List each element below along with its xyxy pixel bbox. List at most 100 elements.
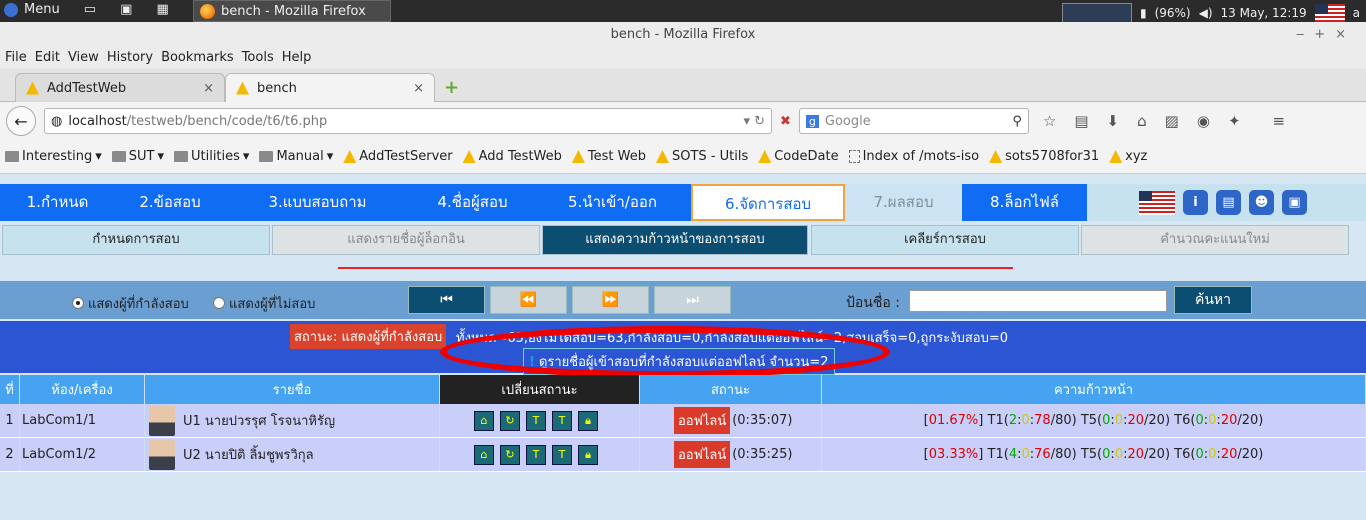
bookmark-addtestweb[interactable]: Add TestWeb [462, 149, 562, 164]
nav-log-file[interactable]: 8.ล็อกไฟล์ [962, 184, 1087, 221]
row-actions: ⌂ ↻ T T 🔒︎ [440, 438, 640, 471]
nav-import-export[interactable]: 5.นำเข้า/ออก [535, 184, 690, 221]
menu-tools[interactable]: Tools [242, 47, 274, 69]
downloads-icon[interactable]: ⬇ [1107, 112, 1120, 130]
user-indicator[interactable]: a [1353, 6, 1360, 20]
next-page-button[interactable]: ⏩ [572, 286, 649, 314]
t-add-icon[interactable]: T [526, 444, 546, 465]
radio-offline[interactable]: แสดงผู้ที่ไม่สอบ [213, 293, 315, 314]
bookmark-sots5708for31[interactable]: sots5708for31 [989, 149, 1099, 164]
radio-online[interactable]: แสดงผู้ที่กำลังสอบ [72, 293, 189, 314]
first-page-button[interactable]: ⏮ [408, 286, 485, 314]
nav-examinees[interactable]: 4.ชื่อผู้สอบ [410, 184, 535, 221]
bookmark-xyz[interactable]: xyz [1109, 149, 1147, 164]
tab-addtestweb[interactable]: AddTestWeb × [15, 73, 225, 102]
bookmark-folder-sut[interactable]: SUT ▾ [111, 149, 164, 164]
reading-list-icon[interactable]: ▤ [1074, 112, 1088, 130]
hamburger-menu-icon[interactable]: ≡ [1273, 112, 1286, 130]
briefcase-icon[interactable]: ▣ [1282, 190, 1307, 215]
rewind-icon: ⏪ [519, 292, 538, 308]
workspace-switcher[interactable] [1061, 3, 1132, 23]
subnav-schedule[interactable]: กำหนดการสอบ [2, 225, 270, 255]
last-page-button[interactable]: ⏭ [654, 286, 731, 314]
battery-icon[interactable]: ▮ [1140, 6, 1147, 20]
clock[interactable]: 13 May, 12:19 [1221, 6, 1307, 20]
site-icon [26, 81, 39, 95]
name-label: ป้อนชื่อ : [846, 295, 900, 311]
new-tab-icon[interactable]: + [444, 77, 459, 98]
nav-results[interactable]: 7.ผลสอบ [845, 184, 962, 221]
extension-icon[interactable]: ◉ [1197, 112, 1210, 130]
nav-manage-exam[interactable]: 6.จัดการสอบ [691, 184, 845, 221]
nav-questions[interactable]: 2.ข้อสอบ [115, 184, 225, 221]
info-icon[interactable]: i [1183, 190, 1208, 215]
bookmark-folder-utilities[interactable]: Utilities ▾ [173, 149, 249, 164]
search-box[interactable]: g Google ⚲ [798, 108, 1029, 134]
progress-t6-part: T6( [1174, 447, 1196, 462]
close-tab-icon[interactable]: × [413, 81, 424, 96]
menu-help[interactable]: Help [282, 47, 312, 69]
taskbar-window-button[interactable]: bench - Mozilla Firefox [193, 0, 391, 22]
bookmark-sots-utils[interactable]: SOTS - Utils [655, 149, 748, 164]
bookmark-star-icon[interactable]: ☆ [1043, 112, 1056, 130]
menu-bar: File Edit View History Bookmarks Tools H… [0, 47, 1366, 69]
addon-puzzle-icon[interactable]: ✦ [1228, 112, 1241, 130]
nav-define[interactable]: 1.กำหนด [0, 184, 115, 221]
table-header: ที่ ห้อง/เครื่อง รายชื่อ เปลี่ยนสถานะ สถ… [0, 375, 1366, 404]
reload-icon[interactable]: ▾ ↻ [743, 114, 765, 129]
t-remove-icon[interactable]: T [552, 444, 572, 465]
progress-t6-part: 0 [1208, 447, 1217, 462]
keyboard-layout-flag-icon[interactable] [1314, 4, 1345, 22]
offline-badge[interactable]: ออฟไลน์ [674, 407, 731, 434]
bookmark-codedate[interactable]: CodeDate [758, 149, 839, 164]
menu-history[interactable]: History [107, 47, 153, 69]
window-controls[interactable]: ‒+× [1296, 22, 1356, 47]
t-add-icon[interactable]: T [526, 410, 546, 431]
screenshot-icon[interactable]: ▨ [1165, 112, 1179, 130]
back-button[interactable]: ← [6, 106, 36, 136]
nav-survey[interactable]: 3.แบบสอบถาม [225, 184, 410, 221]
progress-t1-part: 4 [1008, 447, 1018, 462]
tab-bench[interactable]: bench × [225, 73, 435, 102]
t-remove-icon[interactable]: T [552, 410, 572, 431]
page-icon [848, 150, 860, 163]
progress-t1-part: T1( [987, 447, 1009, 462]
home-icon[interactable]: ⌂ [1137, 112, 1147, 130]
bookmark-index-mots-iso[interactable]: Index of /mots-iso [848, 149, 979, 164]
document-icon[interactable]: ▤ [1216, 190, 1241, 215]
subnav-recalculate[interactable]: คำนวณคะแนนใหม่ [1081, 225, 1349, 255]
bookmark-folder-manual[interactable]: Manual ▾ [259, 149, 333, 164]
offline-list-link[interactable]: ! ดูรายชื่อผู้เข้าสอบที่กำลังสอบแต่ออฟไลน… [523, 348, 835, 375]
menu-edit[interactable]: Edit [35, 47, 60, 69]
refresh-icon[interactable]: ↻ [500, 444, 520, 465]
prev-page-button[interactable]: ⏪ [490, 286, 567, 314]
bookmark-addtestserver[interactable]: AddTestServer [343, 149, 453, 164]
lock-icon[interactable]: 🔒︎ [578, 410, 598, 431]
search-icon[interactable]: ⚲ [1012, 114, 1022, 129]
toolbar-icons: ☆ ▤ ⬇ ⌂ ▨ ◉ ✦ ≡ [1043, 112, 1285, 130]
menu-file[interactable]: File [5, 47, 27, 69]
lock-icon[interactable]: 🔒︎ [578, 444, 598, 465]
user-icon[interactable]: ☻ [1249, 190, 1274, 215]
us-flag-icon[interactable] [1139, 190, 1175, 215]
progress-t5-part: 20 [1127, 447, 1145, 462]
google-icon: g [805, 114, 819, 128]
broom-icon[interactable]: ⌂ [474, 410, 494, 431]
menu-view[interactable]: View [68, 47, 99, 69]
offline-badge[interactable]: ออฟไลน์ [674, 441, 731, 468]
broom-icon[interactable]: ⌂ [474, 444, 494, 465]
row-name: U1 นายปวรรุศ โรจนาหิรัญ [183, 414, 336, 429]
search-button[interactable]: ค้นหา [1174, 286, 1252, 314]
menu-bookmarks[interactable]: Bookmarks [161, 47, 234, 69]
subnav-logged-in[interactable]: แสดงรายชื่อผู้ล็อกอิน [272, 225, 540, 255]
volume-icon[interactable]: ◀) [1199, 6, 1213, 20]
bookmark-testweb[interactable]: Test Web [571, 149, 646, 164]
subnav-clear-exam[interactable]: เคลียร์การสอบ [811, 225, 1079, 255]
refresh-icon[interactable]: ↻ [500, 410, 520, 431]
subnav-progress[interactable]: แสดงความก้าวหน้าของการสอบ [542, 225, 808, 255]
name-search-input[interactable] [909, 290, 1167, 312]
close-tab-icon[interactable]: × [203, 81, 214, 96]
addon-icon[interactable]: ✖ [780, 114, 791, 129]
bookmark-folder-interesting[interactable]: Interesting ▾ [5, 149, 102, 164]
url-bar[interactable]: ◍ localhost/testweb/bench/code/t6/t6.php… [44, 108, 772, 134]
